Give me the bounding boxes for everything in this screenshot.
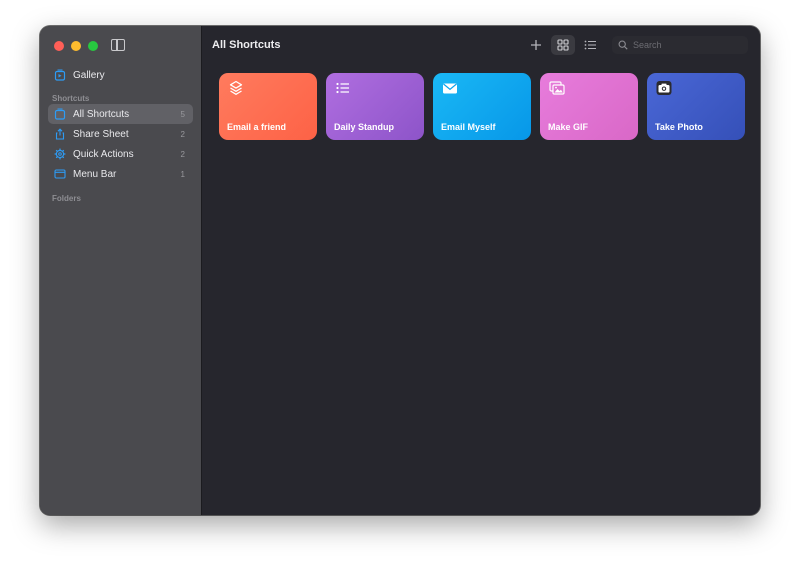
shortcuts-grid: Email a friend Daily Standup Email Mysel… — [219, 73, 745, 140]
shortcut-title: Make GIF — [548, 122, 589, 132]
envelope-icon — [443, 83, 457, 94]
menu-bar-icon — [54, 168, 66, 180]
main-content: All Shortcuts Search Email a friend Dail… — [202, 26, 760, 515]
window-controls — [54, 41, 98, 51]
list-view-button[interactable] — [578, 35, 602, 55]
toolbar: All Shortcuts — [202, 26, 760, 64]
shortcut-title: Email Myself — [441, 122, 496, 132]
page-title: All Shortcuts — [212, 39, 281, 51]
layers-icon — [229, 80, 243, 95]
zoom-button[interactable] — [88, 41, 98, 51]
sidebar-item-label: Share Sheet — [73, 128, 129, 140]
close-button[interactable] — [54, 41, 64, 51]
shortcut-title: Take Photo — [655, 122, 703, 132]
search-icon — [618, 40, 628, 50]
add-shortcut-button[interactable] — [524, 35, 548, 55]
folders-section-label: Folders — [52, 194, 81, 203]
share-sheet-icon — [54, 128, 66, 140]
photos-icon — [549, 81, 565, 95]
sidebar-item-share-sheet[interactable]: Share Sheet 2 — [48, 124, 193, 144]
all-shortcuts-icon — [54, 108, 66, 120]
search-input[interactable] — [633, 39, 743, 50]
sidebar-item-label: Gallery — [73, 69, 105, 81]
sidebar-item-all-shortcuts[interactable]: All Shortcuts 5 — [48, 104, 193, 124]
sidebar-item-count: 1 — [180, 169, 185, 179]
sidebar-item-label: All Shortcuts — [73, 108, 130, 120]
gear-icon — [54, 148, 66, 160]
minimize-button[interactable] — [71, 41, 81, 51]
sidebar-item-menu-bar[interactable]: Menu Bar 1 — [48, 164, 193, 184]
sidebar-item-count: 2 — [180, 129, 185, 139]
sidebar: Gallery Shortcuts All Shortcuts 5 Share … — [40, 26, 202, 515]
sidebar-nav: All Shortcuts 5 Share Sheet 2 Quick Acti… — [48, 104, 193, 184]
shortcut-card-email-myself[interactable]: Email Myself — [433, 73, 531, 140]
sidebar-toggle-icon[interactable] — [111, 39, 125, 51]
shortcut-card-make-gif[interactable]: Make GIF — [540, 73, 638, 140]
grid-view-button[interactable] — [551, 34, 575, 55]
shortcut-title: Email a friend — [227, 122, 287, 132]
shortcut-title: Daily Standup — [334, 122, 395, 132]
sidebar-item-gallery[interactable]: Gallery — [48, 66, 193, 84]
plus-icon — [531, 39, 541, 50]
sidebar-item-quick-actions[interactable]: Quick Actions 2 — [48, 144, 193, 164]
sidebar-item-label: Quick Actions — [73, 148, 134, 160]
search-field[interactable] — [612, 35, 748, 54]
sidebar-item-count: 5 — [180, 109, 185, 119]
gallery-icon — [54, 69, 66, 81]
shortcuts-window: Gallery Shortcuts All Shortcuts 5 Share … — [40, 26, 760, 515]
shortcut-card-email-a-friend[interactable]: Email a friend — [219, 73, 317, 140]
list-view-icon — [584, 40, 596, 49]
sidebar-item-count: 2 — [180, 149, 185, 159]
grid-icon — [557, 38, 569, 51]
shortcut-card-take-photo[interactable]: Take Photo — [647, 73, 745, 140]
sidebar-item-label: Menu Bar — [73, 168, 117, 180]
shortcut-card-daily-standup[interactable]: Daily Standup — [326, 73, 424, 140]
camera-icon — [656, 81, 672, 95]
shortcuts-section-label: Shortcuts — [52, 94, 90, 103]
list-icon — [336, 82, 349, 94]
